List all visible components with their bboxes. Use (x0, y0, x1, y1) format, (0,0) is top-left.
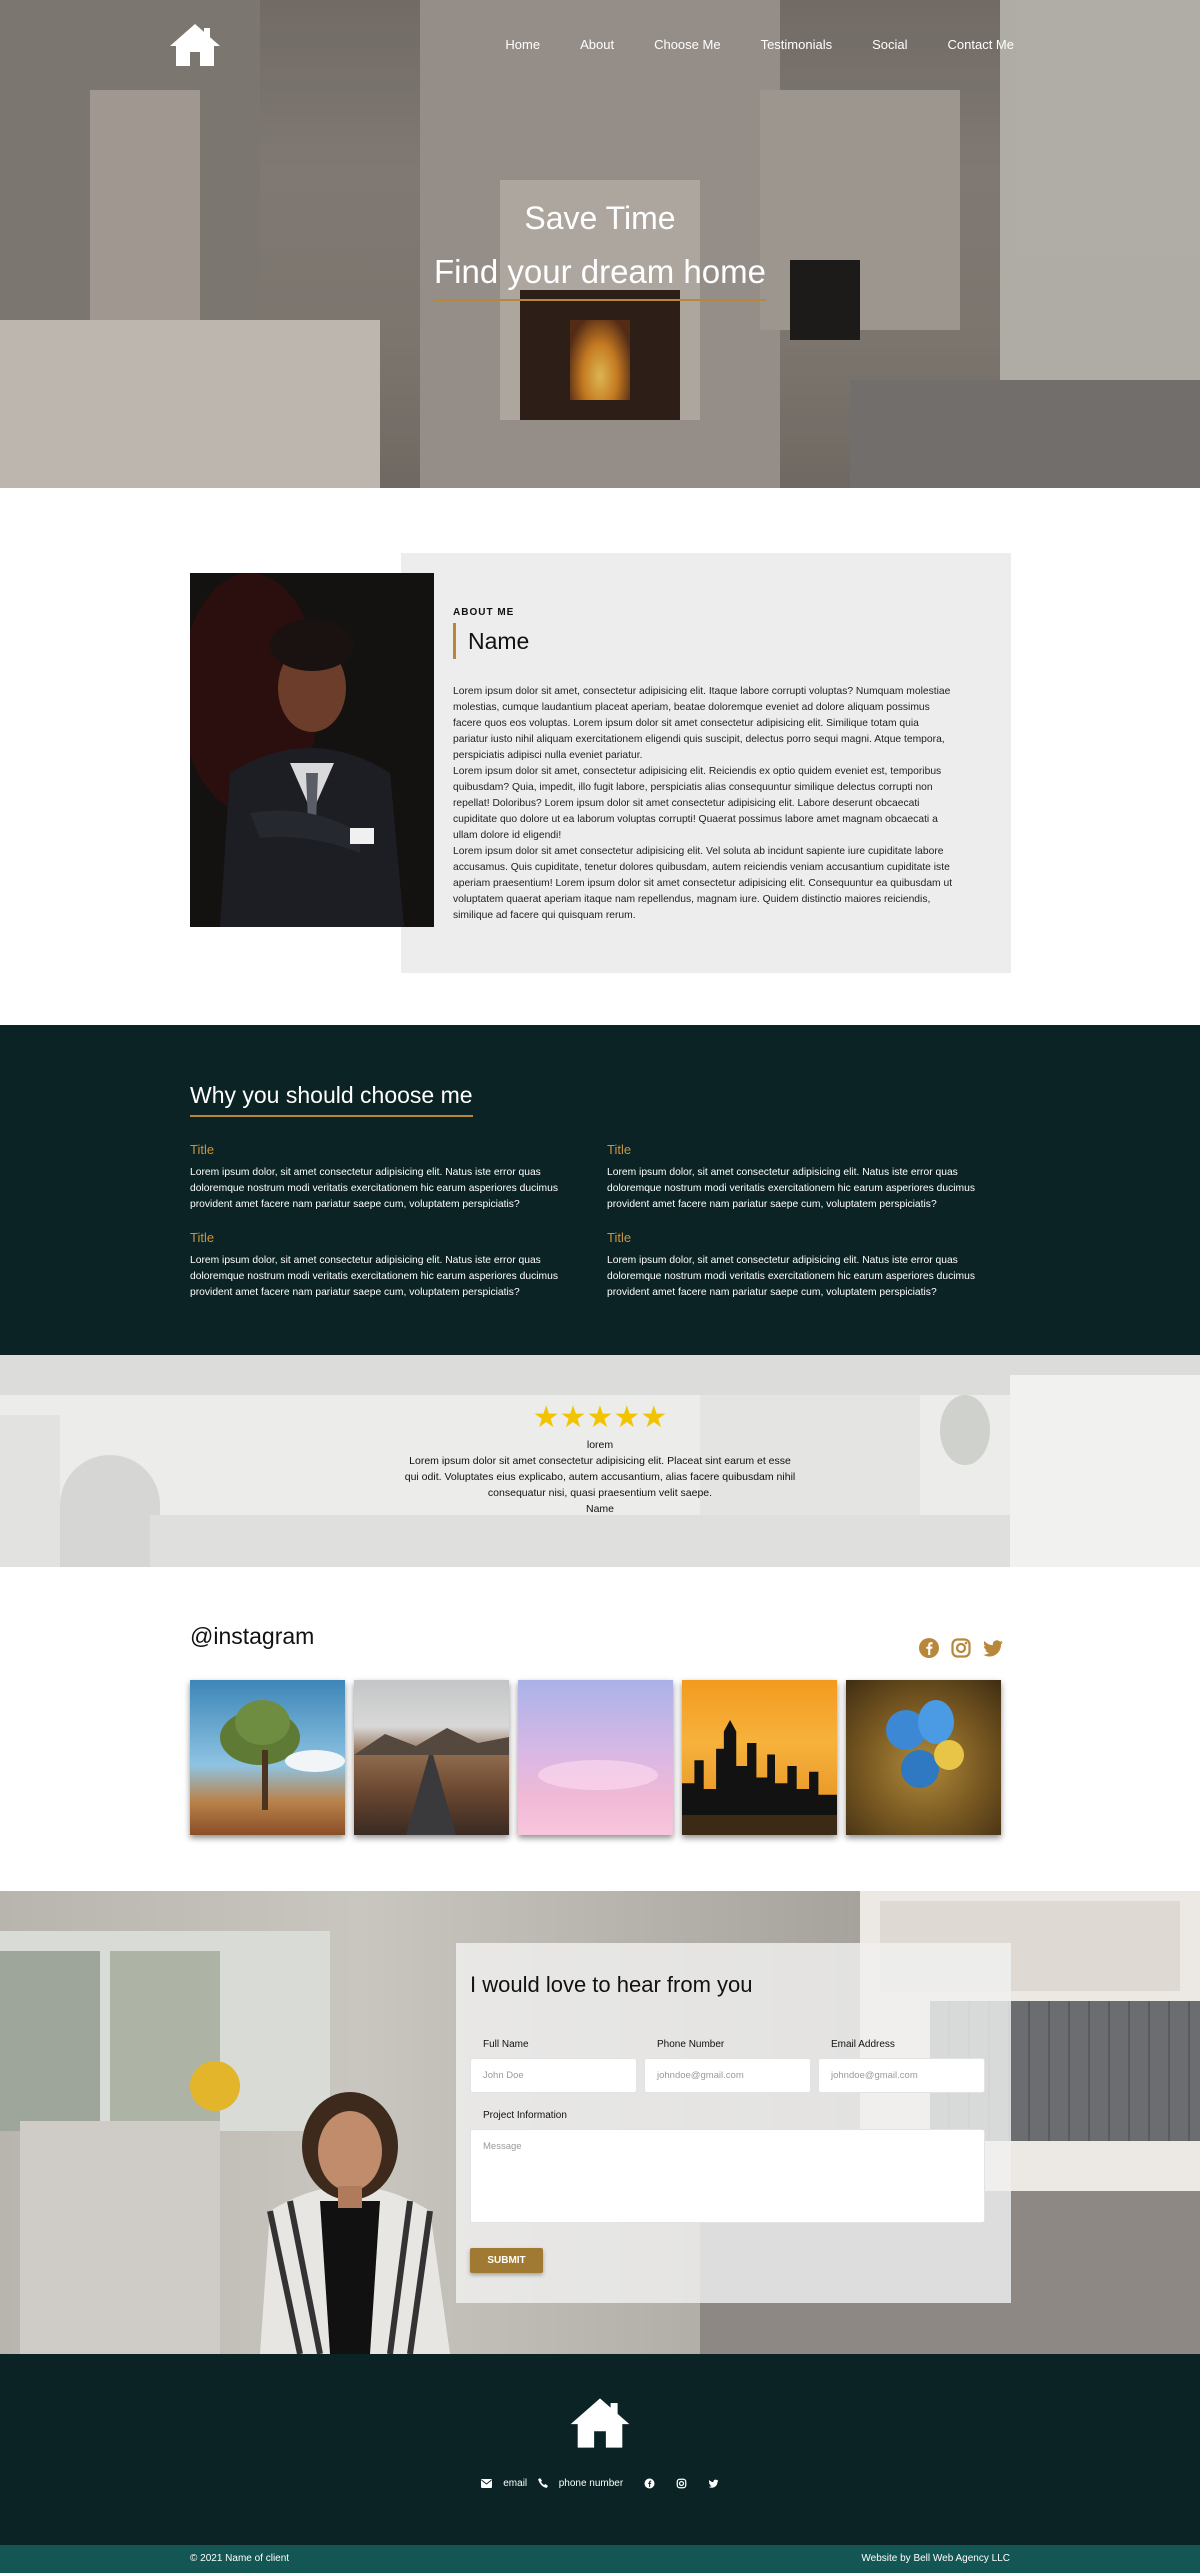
house-logo-icon[interactable] (168, 22, 222, 68)
about-name: Name (453, 623, 529, 659)
email-field[interactable]: johndoe@gmail.com (818, 2058, 985, 2093)
phone-label: Phone Number (657, 2039, 725, 2050)
footer-twitter-icon[interactable] (708, 2478, 719, 2489)
phone-field[interactable]: johndoe@gmail.com (644, 2058, 811, 2093)
testimonial-label: lorem (586, 1439, 614, 1451)
nav-menu: Home About Choose Me Testimonials Social… (465, 37, 1014, 52)
about-section: ABOUT ME Name Lorem ipsum dolor sit amet… (0, 488, 1200, 1025)
choose-item-title: Title (190, 1230, 215, 1245)
hero-line-1: Save Time (524, 200, 676, 236)
agent-portrait (240, 2011, 460, 2354)
footer-instagram-icon[interactable] (676, 2478, 687, 2489)
portrait-illustration (190, 573, 434, 927)
email-label: Email Address (831, 2039, 895, 2050)
choose-item-text: Lorem ipsum dolor, sit amet consectetur … (607, 1167, 975, 1210)
nav-contact-me[interactable]: Contact Me (948, 37, 1014, 52)
contact-heading: I would love to hear from you (470, 1972, 753, 1997)
footer-phone-link[interactable]: phone number (559, 2478, 624, 2489)
choose-me-section: Why you should choose me Title Lorem ips… (0, 1025, 1200, 1355)
testimonial-section: ★★★★★ lorem Lorem ipsum dolor sit amet c… (0, 1355, 1200, 1567)
footer-email-link[interactable]: email (503, 2478, 527, 2489)
bio-paragraph: Lorem ipsum dolor sit amet consectetur a… (453, 846, 953, 921)
submit-button[interactable]: SUBMIT (470, 2248, 543, 2273)
footer-facebook-icon[interactable] (644, 2478, 655, 2489)
choose-item-text: Lorem ipsum dolor, sit amet consectetur … (190, 1167, 558, 1210)
testimonial-quote: Lorem ipsum dolor sit amet consectetur a… (404, 1455, 796, 1499)
nav-choose-me[interactable]: Choose Me (654, 37, 720, 52)
agency-credit-link[interactable]: Website by Bell Web Agency LLC (861, 2553, 1010, 2564)
message-textarea[interactable]: Message (470, 2129, 985, 2223)
bio-paragraph: Lorem ipsum dolor sit amet, consectetur … (453, 766, 942, 841)
nav-home[interactable]: Home (505, 37, 540, 52)
twitter-icon[interactable] (982, 1637, 1004, 1659)
about-bio: Lorem ipsum dolor sit amet, consectetur … (453, 684, 956, 924)
testimonial-content: ★★★★★ lorem Lorem ipsum dolor sit amet c… (0, 1401, 1200, 1516)
instagram-grid (190, 1680, 1001, 1835)
full-name-field[interactable]: John Doe (470, 2058, 637, 2093)
nav-about[interactable]: About (580, 37, 614, 52)
footer: email phone number (0, 2354, 1200, 2545)
choose-item: Title Lorem ipsum dolor, sit amet consec… (607, 1230, 1007, 1301)
testimonial-author: Name (585, 1503, 614, 1515)
about-portrait-photo (190, 573, 434, 927)
choose-item-title: Title (607, 1142, 632, 1157)
choose-heading: Why you should choose me (190, 1082, 473, 1117)
nav-testimonials[interactable]: Testimonials (761, 37, 833, 52)
hero-line-2: Find your dream home (434, 253, 766, 301)
phone-icon (537, 2478, 548, 2489)
instagram-heading: @instagram (190, 1623, 315, 1649)
instagram-post-pink-sky[interactable] (518, 1680, 673, 1835)
contact-section: I would love to hear from you Full Name … (0, 1891, 1200, 2354)
instagram-post-road[interactable] (354, 1680, 509, 1835)
envelope-icon (481, 2478, 493, 2489)
bio-paragraph: Lorem ipsum dolor sit amet, consectetur … (453, 686, 951, 761)
full-name-label: Full Name (483, 2039, 529, 2050)
choose-item: Title Lorem ipsum dolor, sit amet consec… (607, 1142, 1007, 1213)
hero-section: Home About Choose Me Testimonials Social… (0, 0, 1200, 488)
choose-item-title: Title (190, 1142, 215, 1157)
choose-item: Title Lorem ipsum dolor, sit amet consec… (190, 1230, 590, 1301)
footer-contact-links: email phone number (0, 2478, 1200, 2489)
instagram-post-tree[interactable] (190, 1680, 345, 1835)
choose-item: Title Lorem ipsum dolor, sit amet consec… (190, 1142, 590, 1213)
copyright-text: © 2021 Name of client (190, 2553, 290, 2564)
nav-social[interactable]: Social (872, 37, 907, 52)
project-label: Project Information (483, 2110, 567, 2121)
choose-item-text: Lorem ipsum dolor, sit amet consectetur … (190, 1255, 558, 1298)
instagram-post-city-skyline[interactable] (682, 1680, 837, 1835)
hero-headline: Save Time Find your dream home (0, 200, 1200, 301)
choose-item-title: Title (607, 1230, 632, 1245)
about-eyebrow: ABOUT ME (453, 607, 515, 618)
choose-item-text: Lorem ipsum dolor, sit amet consectetur … (607, 1255, 975, 1298)
bottom-bar: © 2021 Name of client Website by Bell We… (0, 2545, 1200, 2573)
instagram-icon[interactable] (950, 1637, 972, 1659)
instagram-section: @instagram (0, 1567, 1200, 1891)
top-navigation: Home About Choose Me Testimonials Social… (0, 0, 1200, 90)
rating-stars: ★★★★★ (532, 1401, 668, 1434)
instagram-post-blue-flower[interactable] (846, 1680, 1001, 1835)
house-logo-icon[interactable] (568, 2396, 632, 2450)
social-links (918, 1637, 1004, 1659)
facebook-icon[interactable] (918, 1637, 940, 1659)
